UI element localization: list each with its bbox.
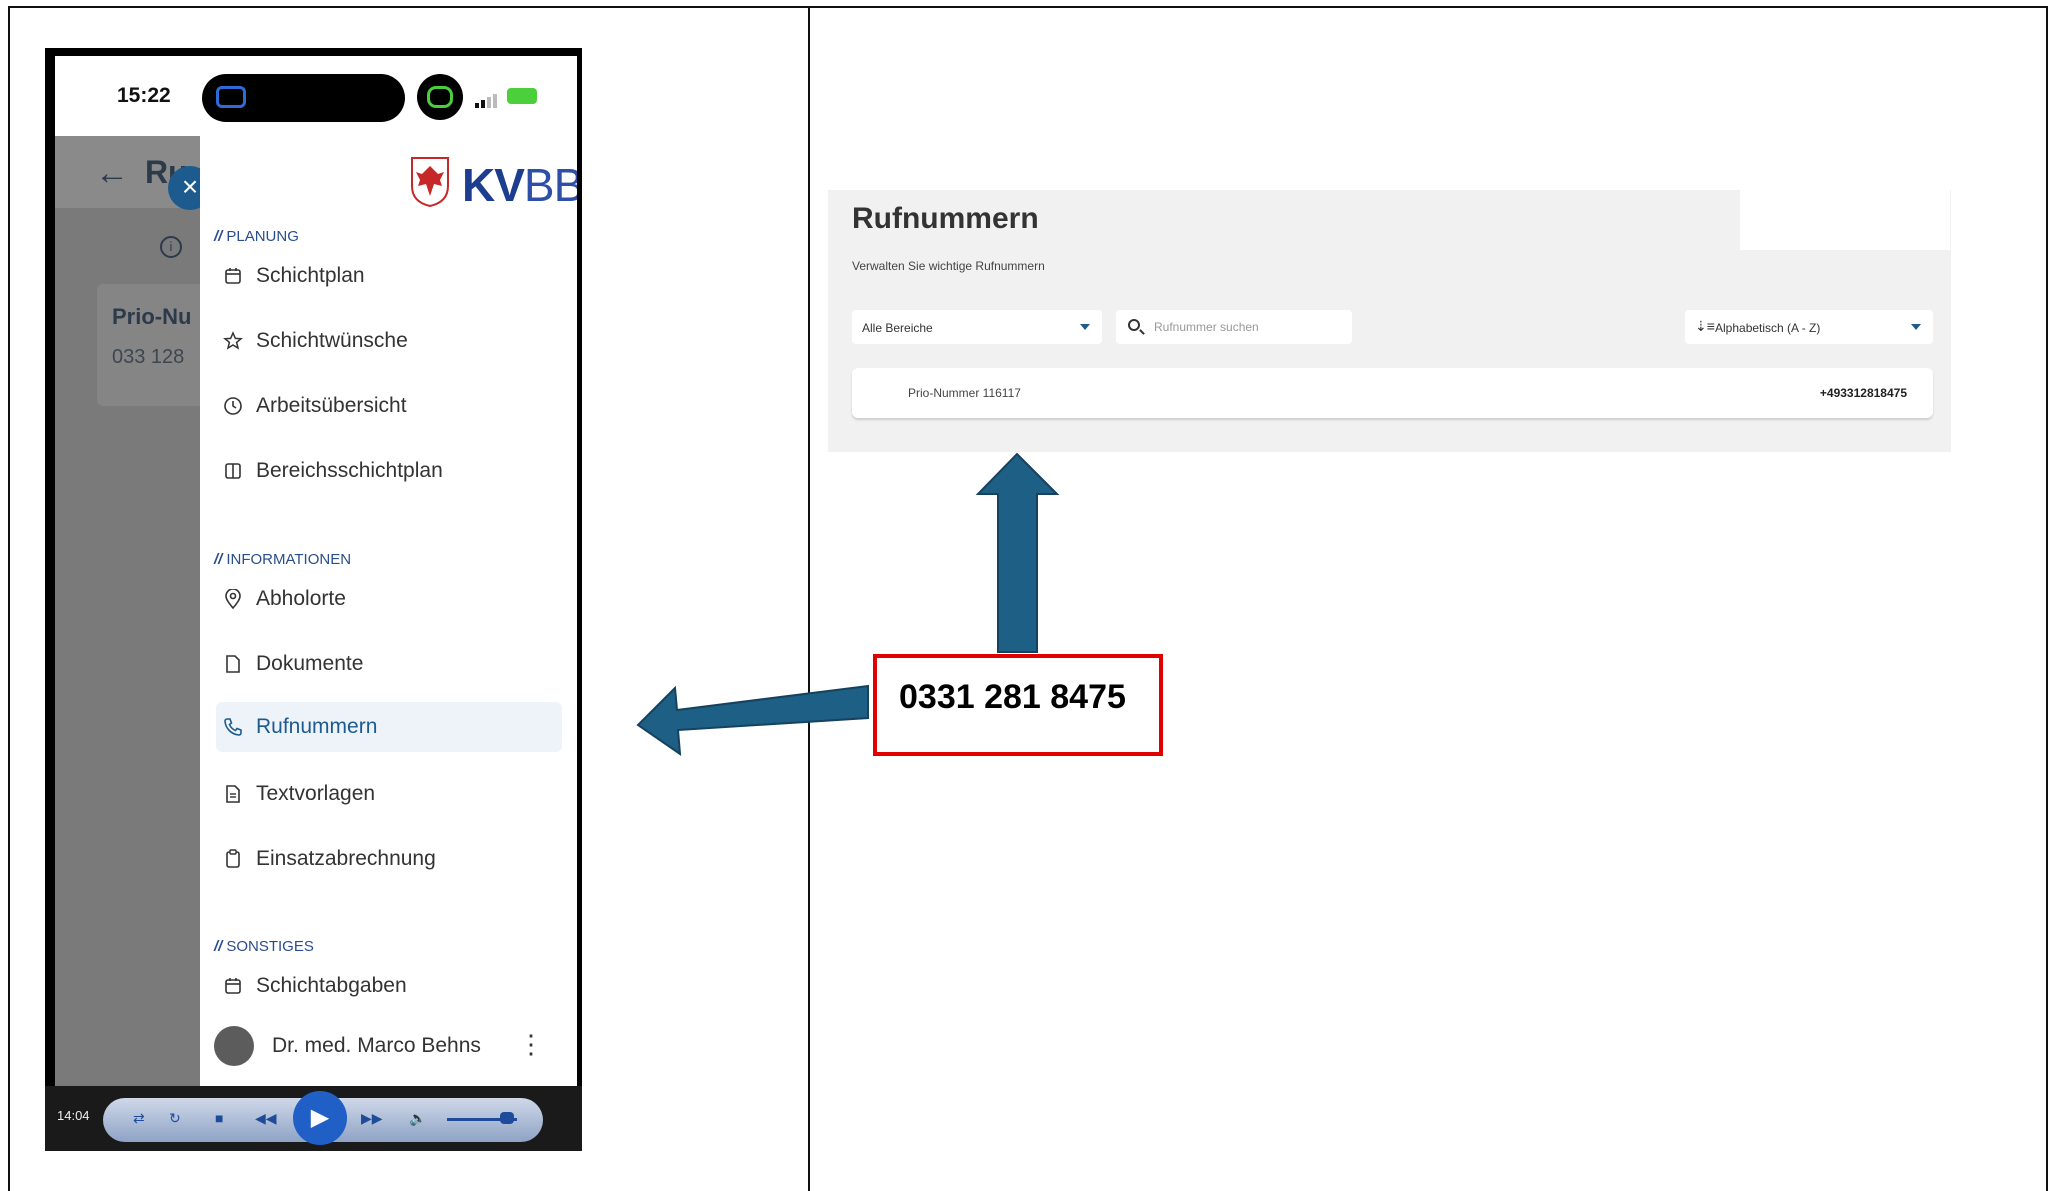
arrow-left — [636, 684, 869, 757]
annotation-arrows — [636, 452, 1060, 757]
phone-number-callout: 0331 281 8475 — [873, 654, 1163, 756]
callout-text: 0331 281 8475 — [899, 678, 1126, 716]
arrow-up — [975, 452, 1060, 653]
